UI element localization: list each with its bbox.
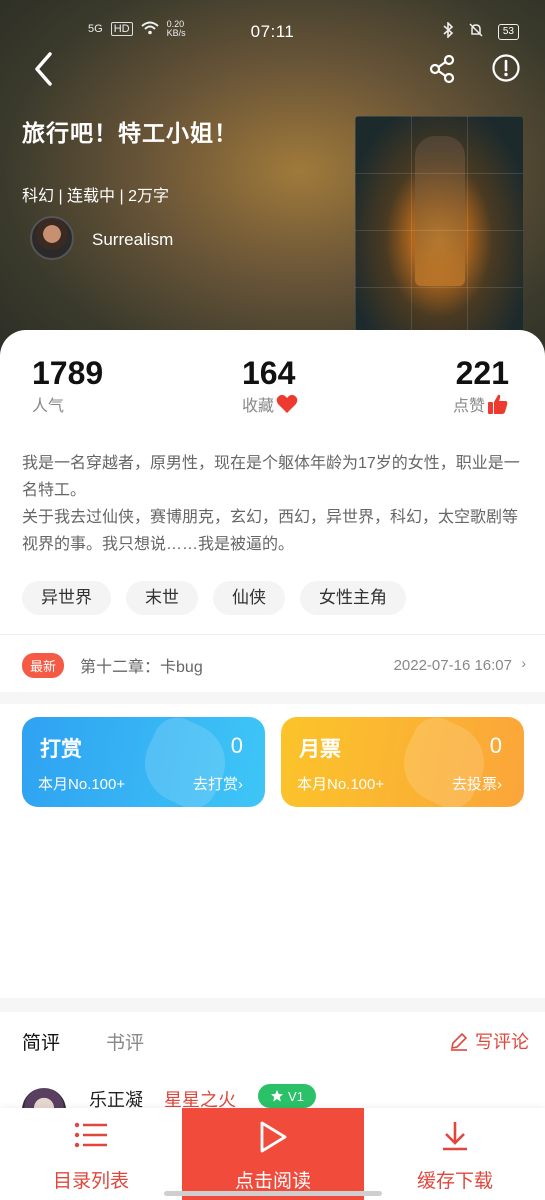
heart-icon: [276, 394, 298, 413]
section-gap: [0, 998, 545, 1012]
chevron-left-icon: [35, 52, 52, 86]
tag-item[interactable]: 异世界: [22, 581, 111, 615]
tag-item[interactable]: 女性主角: [300, 581, 406, 615]
cover-grid: [355, 116, 523, 340]
read-button[interactable]: 点击阅读: [182, 1108, 364, 1200]
popularity-label: 人气: [32, 398, 65, 415]
report-button[interactable]: [491, 53, 521, 83]
favorites-label: 收藏: [242, 398, 275, 415]
book-description: 我是一名穿越者，原男性，现在是个躯体年龄为17岁的女性，职业是一名特工。 关于我…: [22, 455, 520, 553]
likes-label: 点赞: [453, 398, 486, 415]
divider: [0, 634, 545, 635]
ticket-action[interactable]: 去投票›: [452, 773, 502, 794]
ticket-rank: 本月No.100+: [297, 776, 385, 793]
download-label: 缓存下载: [416, 1171, 493, 1192]
favorites-value: 164: [242, 355, 296, 391]
tab-book-review[interactable]: 书评: [106, 1028, 144, 1055]
download-icon: [443, 1122, 467, 1151]
latest-chapter-title: 第十二章：卡bug: [80, 659, 203, 676]
bluetooth-icon: [442, 21, 454, 41]
popularity-value: 1789: [32, 355, 104, 391]
tip-count: 0: [230, 733, 243, 758]
book-title: 旅行吧！特工小姐！: [22, 120, 238, 146]
read-label: 点击阅读: [234, 1171, 311, 1192]
write-review-label: 写评论: [475, 1032, 529, 1052]
tag-list: 异世界 末世 仙侠 女性主角: [22, 581, 406, 615]
book-meta: 科幻 | 连载中 | 2万字: [22, 188, 169, 205]
reviewer-badge: V1: [258, 1084, 316, 1108]
share-button[interactable]: [428, 54, 458, 84]
toc-label: 目录列表: [52, 1171, 129, 1192]
list-icon: [74, 1122, 107, 1148]
tip-card[interactable]: 打赏 0 本月No.100+ 去打赏›: [22, 717, 265, 807]
tag-item[interactable]: 末世: [126, 581, 198, 615]
thumbs-up-icon: [488, 394, 508, 414]
tab-brief-review[interactable]: 简评: [22, 1028, 60, 1055]
chevron-right-icon: ›: [521, 655, 526, 671]
ticket-title: 月票: [299, 738, 341, 761]
likes-value: 221: [455, 355, 510, 391]
monthly-ticket-card[interactable]: 月票 0 本月No.100+ 去投票›: [281, 717, 524, 807]
home-indicator[interactable]: [164, 1191, 382, 1196]
play-icon: [260, 1121, 287, 1153]
status-bar: 5G HD 0.20 KB/s 07:11 53: [0, 0, 545, 46]
download-button[interactable]: 缓存下载: [364, 1108, 545, 1200]
mute-icon: [468, 22, 484, 41]
latest-chapter-time: 2022-07-16 16:07: [393, 656, 512, 674]
ticket-count: 0: [489, 733, 502, 758]
latest-chapter-row[interactable]: 最新 第十二章：卡bug 2022-07-16 16:07 ›: [22, 650, 526, 680]
pencil-icon: [450, 1032, 468, 1051]
tag-item[interactable]: 仙侠: [213, 581, 285, 615]
star-icon: [271, 1090, 284, 1102]
info-icon: [492, 54, 520, 82]
share-icon: [429, 54, 455, 84]
reviewer-badge-label: V1: [288, 1088, 304, 1104]
back-button[interactable]: [28, 50, 62, 88]
stat-likes[interactable]: 221 点赞: [453, 354, 509, 416]
section-gap: [0, 692, 545, 704]
author-avatar[interactable]: [30, 216, 74, 260]
battery-indicator: 53: [497, 23, 519, 40]
tip-action-label: 去打赏: [192, 776, 238, 793]
chevron-right-icon: ›: [497, 776, 502, 793]
stat-popularity: 1789 人气: [32, 354, 103, 416]
chevron-right-icon: ›: [238, 776, 243, 793]
ticket-action-label: 去投票: [451, 776, 497, 793]
tip-action[interactable]: 去打赏›: [193, 773, 243, 794]
write-review-button[interactable]: 写评论: [449, 1028, 529, 1054]
author-name[interactable]: Surrealism: [92, 230, 173, 250]
tip-rank: 本月No.100+: [38, 776, 126, 793]
book-cover[interactable]: [355, 116, 523, 340]
latest-badge: 最新: [22, 652, 65, 678]
tip-title: 打赏: [40, 738, 82, 761]
toc-button[interactable]: 目录列表: [0, 1108, 182, 1200]
stat-favorites[interactable]: 164 收藏: [242, 354, 298, 416]
